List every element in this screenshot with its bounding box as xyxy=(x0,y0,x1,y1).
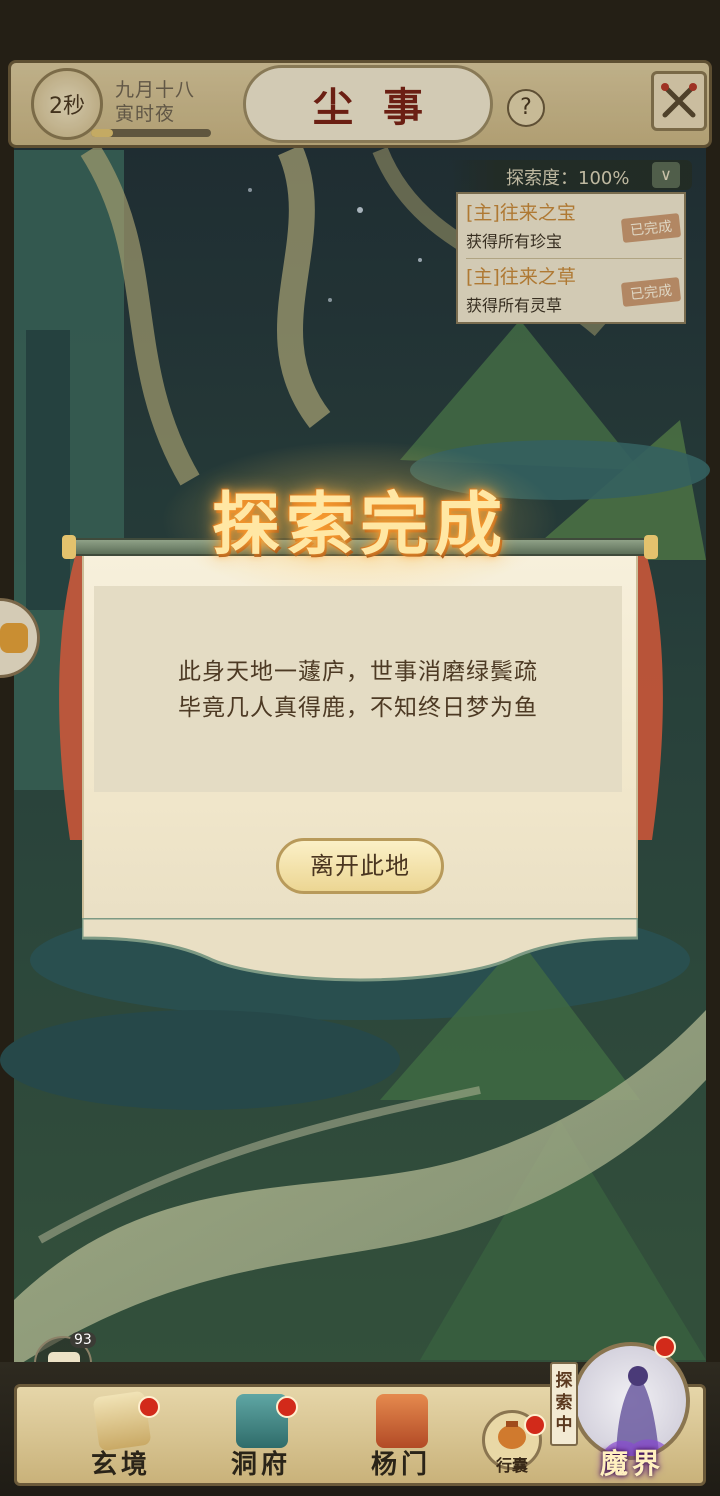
modal-card-bottom-edge xyxy=(82,918,638,982)
notification-dot xyxy=(654,1336,676,1358)
poem-line: 毕竟几人真得鹿，不知终日梦为鱼 xyxy=(178,695,538,721)
scroll-cap xyxy=(62,535,76,559)
demon-realm-label: 魔界 xyxy=(599,1447,664,1480)
modal-title: 探索完成 xyxy=(211,485,508,565)
scroll-cap xyxy=(644,535,658,559)
leave-button[interactable]: 离开此地 xyxy=(276,838,444,894)
nav-label: 玄境 xyxy=(90,1450,151,1480)
nav-item-yangmen[interactable]: 杨门 xyxy=(346,1390,456,1486)
bag-label: 行囊 xyxy=(495,1456,528,1475)
exploring-tag: 探索中 xyxy=(550,1362,578,1446)
nav-item-dongfu[interactable]: 洞府 xyxy=(206,1390,316,1486)
poem-line: 此身天地一蘧庐，世事消磨绿鬓疏 xyxy=(178,659,538,685)
nav-label: 洞府 xyxy=(230,1450,291,1480)
notification-dot xyxy=(524,1414,546,1436)
banner-icon xyxy=(376,1394,428,1448)
chat-badge: 93 xyxy=(70,1332,96,1348)
notification-dot xyxy=(276,1396,298,1418)
nav-label: 杨门 xyxy=(370,1450,431,1480)
notification-dot xyxy=(138,1396,160,1418)
